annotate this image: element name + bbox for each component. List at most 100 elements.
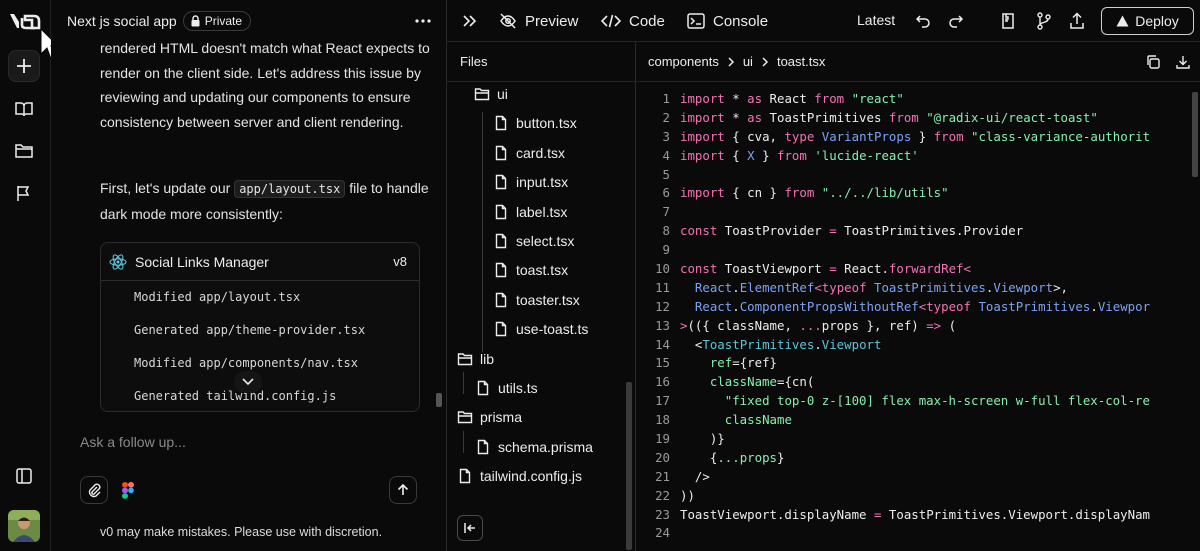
git-branch-button[interactable] xyxy=(1034,11,1054,31)
code-token: } xyxy=(754,147,778,163)
code-token: . xyxy=(732,298,740,314)
tab-console[interactable]: Console xyxy=(687,0,768,42)
assistant-message-paragraph-2: First, let's update our app/layout.tsx f… xyxy=(100,176,430,226)
projects-button[interactable] xyxy=(8,135,40,167)
collapse-files-button[interactable] xyxy=(457,515,483,541)
file-item[interactable]: utils.ts xyxy=(475,376,538,400)
chevron-right-icon xyxy=(762,56,769,67)
toggle-sidebar-button[interactable] xyxy=(8,460,40,492)
code-line: 7 xyxy=(636,203,1196,222)
breadcrumb-item-current[interactable]: toast.tsx xyxy=(777,54,825,69)
feedback-button[interactable] xyxy=(8,177,40,209)
file-icon xyxy=(477,380,489,396)
line-number: 10 xyxy=(655,261,670,277)
file-icon xyxy=(495,321,507,337)
file-icon xyxy=(495,263,507,278)
code-line: 2 import * as ToastPrimitives from "@radi… xyxy=(636,109,1196,128)
tree-item-label: tailwind.config.js xyxy=(480,468,582,485)
file-item[interactable]: button.tsx xyxy=(493,111,577,135)
version-card[interactable]: Social Links Manager v8 Modified app/lay… xyxy=(100,242,420,412)
line-number: 15 xyxy=(655,355,670,371)
more-options-icon[interactable] xyxy=(414,12,432,30)
folder-item[interactable]: lib xyxy=(457,347,494,371)
download-icon[interactable] xyxy=(1175,54,1191,70)
deploy-button[interactable]: Deploy xyxy=(1101,7,1194,35)
line-number: 2 xyxy=(662,109,670,125)
expand-panel-button[interactable] xyxy=(459,11,479,31)
code-token: { cn } xyxy=(724,185,785,201)
version-selector[interactable]: Latest xyxy=(857,12,895,28)
code-line: 16 className={cn( xyxy=(636,373,1196,392)
v0-logo-icon[interactable] xyxy=(8,10,42,32)
code-token: = xyxy=(829,223,837,239)
change-line: Generated tailwind.config.js xyxy=(134,389,337,403)
line-number: 3 xyxy=(662,128,670,144)
private-badge[interactable]: Private xyxy=(182,11,252,31)
code-token: import xyxy=(680,128,725,144)
file-icon xyxy=(459,468,471,484)
library-button[interactable] xyxy=(8,93,40,125)
tree-item-label: schema.prisma xyxy=(498,438,593,455)
archive-icon xyxy=(1002,13,1014,29)
share-button[interactable] xyxy=(1067,11,1087,31)
code-token: { xyxy=(724,147,748,163)
line-number: 8 xyxy=(662,223,670,239)
code-line: 23 ToastViewport.displayName = ToastPrimi… xyxy=(636,506,1196,525)
download-zip-button[interactable] xyxy=(998,11,1018,31)
deploy-label: Deploy xyxy=(1135,13,1179,29)
copy-icon[interactable] xyxy=(1145,54,1161,70)
line-number: 12 xyxy=(655,298,670,314)
breadcrumb-item[interactable]: ui xyxy=(743,54,753,69)
chat-title[interactable]: Next js social app xyxy=(67,13,177,29)
code-token: type xyxy=(784,128,815,144)
redo-button[interactable] xyxy=(946,11,966,31)
code-scrollbar[interactable] xyxy=(1192,92,1198,177)
tree-item-label: toaster.tsx xyxy=(516,291,580,308)
files-scrollbar[interactable] xyxy=(626,382,632,550)
code-content[interactable]: 1 import * as React from "react" 2 import *… xyxy=(636,90,1196,543)
expand-button[interactable] xyxy=(234,371,262,393)
new-chat-button[interactable] xyxy=(8,50,40,82)
file-item[interactable]: select.tsx xyxy=(493,229,574,253)
file-item[interactable]: use-toast.ts xyxy=(493,317,588,341)
chat-scrollbar[interactable] xyxy=(436,393,442,407)
file-item[interactable]: label.tsx xyxy=(493,200,567,224)
file-item[interactable]: input.tsx xyxy=(493,170,568,194)
tab-preview[interactable]: Preview xyxy=(499,0,578,42)
attach-button[interactable] xyxy=(80,476,108,504)
line-number: 13 xyxy=(655,317,670,333)
breadcrumb-item[interactable]: components xyxy=(648,54,719,69)
send-button[interactable] xyxy=(389,476,417,504)
share-upload-icon xyxy=(1070,12,1084,29)
code-token: Viewport xyxy=(993,279,1054,295)
code-token: React. xyxy=(836,261,889,277)
change-line: Generated app/theme-provider.tsx xyxy=(134,323,366,337)
file-item[interactable]: toaster.tsx xyxy=(493,288,580,312)
code-token: . xyxy=(814,336,822,352)
tree-item-label: ui xyxy=(497,86,508,102)
file-item[interactable]: card.tsx xyxy=(493,141,565,165)
line-number: 23 xyxy=(655,506,670,522)
editor-area: Preview Code Console Latest Deploy Files… xyxy=(446,0,1200,551)
code-token: ToastPrimitives xyxy=(762,109,889,125)
version-card-header[interactable]: Social Links Manager v8 xyxy=(101,243,419,281)
line-number: 22 xyxy=(655,487,670,503)
tab-code[interactable]: Code xyxy=(601,0,665,42)
undo-button[interactable] xyxy=(913,11,933,31)
code-token: ElementRef xyxy=(739,279,815,295)
tab-console-label: Console xyxy=(713,12,769,30)
folder-item[interactable]: ui xyxy=(474,82,508,106)
folder-item[interactable]: prisma xyxy=(457,405,522,429)
file-item[interactable]: schema.prisma xyxy=(475,435,593,459)
code-line: 18 className xyxy=(636,411,1196,430)
file-item[interactable]: tailwind.config.js xyxy=(457,464,582,488)
flag-icon xyxy=(17,186,30,201)
code-token: React xyxy=(762,91,815,106)
file-item[interactable]: toast.tsx xyxy=(493,258,568,282)
line-number: 17 xyxy=(655,393,670,409)
follow-up-input[interactable]: Ask a follow up... xyxy=(80,434,186,450)
user-avatar[interactable] xyxy=(8,510,40,542)
figma-icon[interactable] xyxy=(122,482,134,499)
